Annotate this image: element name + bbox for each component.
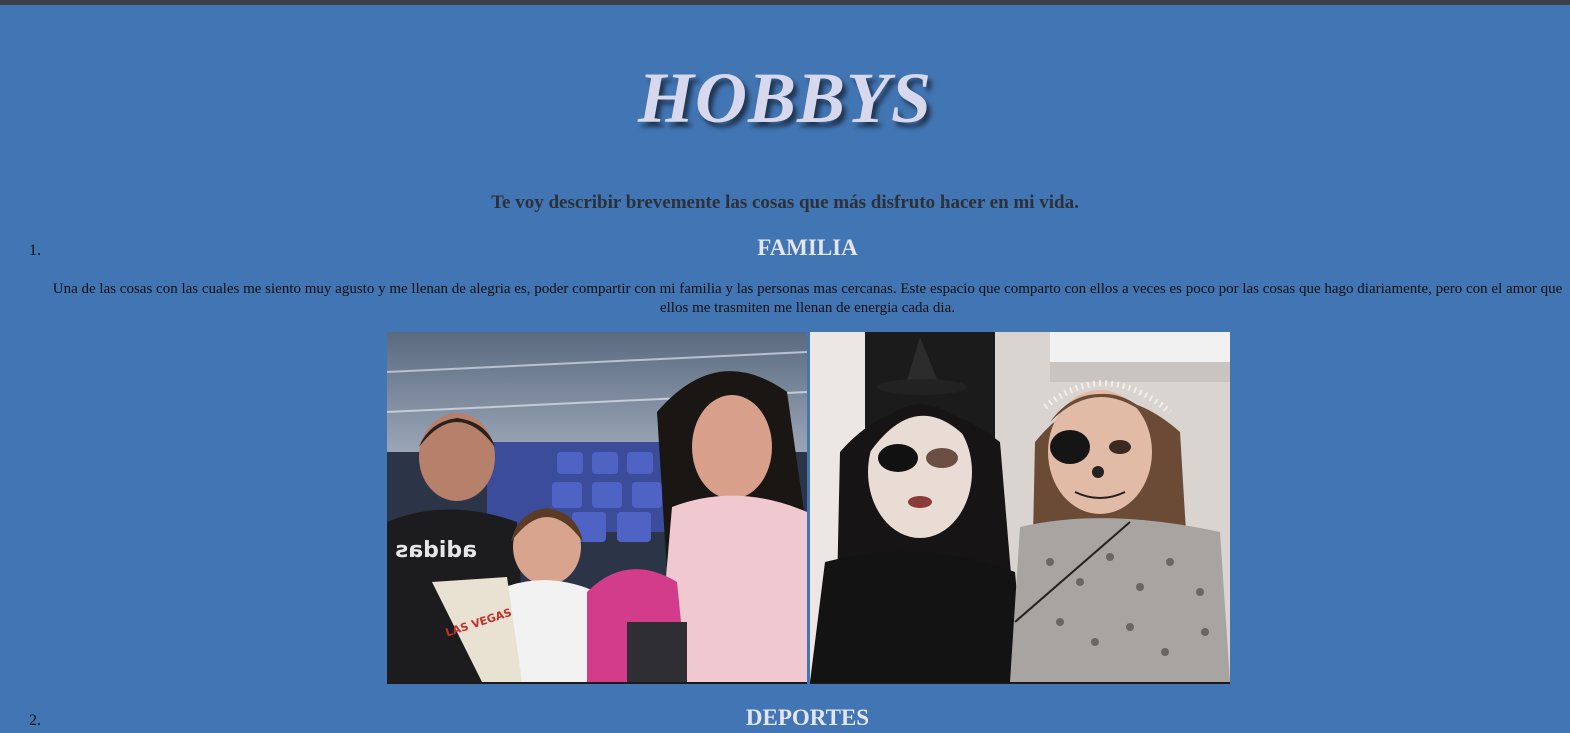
family-halloween-photo	[810, 332, 1230, 684]
section-heading-familia: FAMILIA	[757, 235, 858, 260]
page-title: HOBBYS	[637, 58, 933, 138]
section-heading-deportes: DEPORTES	[745, 705, 870, 730]
list-number-1: 1.	[29, 242, 41, 259]
list-number-2: 2.	[29, 712, 41, 729]
svg-text:adidas: adidas	[395, 538, 477, 563]
intro-text: Te voy describir brevemente las cosas qu…	[491, 192, 1079, 213]
section-text-familia: Una de las cosas con las cuales me sient…	[52, 281, 1563, 316]
family-stadium-photo: adidas LAS VEGAS	[387, 332, 807, 684]
browser-top-bar	[0, 0, 1570, 5]
